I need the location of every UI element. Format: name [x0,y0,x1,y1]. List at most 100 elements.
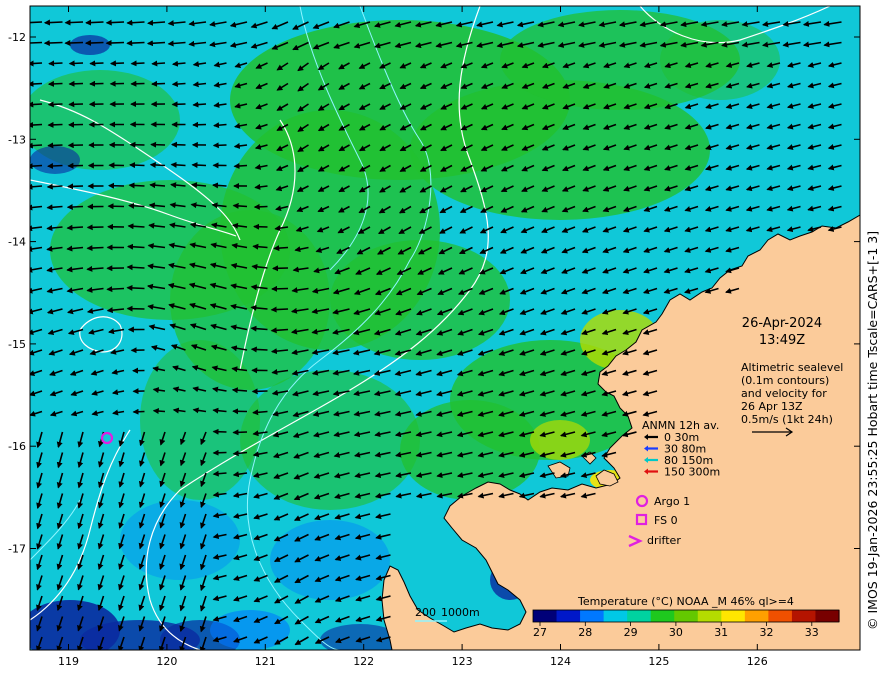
sst-patch [530,420,590,460]
bathy-label-200: 200 [415,606,436,619]
colorbar-tick-label: 27 [533,626,547,639]
velocity-arrow [30,41,43,44]
altimetry-line-3: and velocity for [741,387,827,400]
colorbar-tick-label: 28 [578,626,592,639]
colorbar-swatch [533,610,558,622]
velocity-arrow [30,21,43,24]
sst-patch [120,500,240,580]
velocity-arrow [273,245,289,252]
velocity-arrow [270,306,289,313]
x-tick-label: 119 [58,655,79,668]
colorbar-swatch [603,610,628,622]
velocity-arrow [127,223,145,230]
velocity-arrow [43,39,63,46]
velocity-arrow [232,202,248,209]
velocity-arrow [106,286,125,293]
velocity-arrow [233,162,248,169]
altimetry-line-2: (0.1m contours) [741,374,829,387]
velocity-arrow [191,162,207,169]
velocity-arrow [43,19,63,26]
sst-patch [30,146,80,174]
colorbar-swatch [556,610,581,622]
sst-patch [70,35,110,55]
velocity-arrow [47,80,63,87]
colorbar-swatch [744,610,769,622]
y-tick-label: -12 [8,31,26,44]
x-tick-label: 123 [452,655,473,668]
colorbar-swatch [815,610,840,622]
velocity-arrow [64,19,84,26]
velocity-arrow [126,284,145,291]
sst-patch [210,610,290,650]
fs-label: FS 0 [654,514,678,527]
altimetry-line-4: 26 Apr 13Z [741,400,803,413]
velocity-arrow [126,19,145,26]
velocity-arrow [68,60,84,67]
velocity-arrow [129,162,145,169]
colorbar-tick-label: 29 [624,626,638,639]
colorbar-swatch [721,610,746,622]
sst-patch [140,340,260,500]
bathy-label-1000: 1000m [441,606,480,619]
velocity-arrow [30,60,43,67]
velocity-arrow [105,39,125,46]
velocity-arrow [47,121,63,128]
x-tick-label: 121 [255,655,276,668]
velocity-arrow [171,81,186,88]
y-tick-label: -16 [8,440,26,453]
y-tick-label: -14 [8,236,26,249]
velocity-arrow [126,264,145,271]
colorbar-swatch [697,610,722,622]
velocity-arrow [271,285,289,292]
colorbar-tick-label: 30 [669,626,683,639]
velocity-arrow [232,429,248,436]
velocity-arrow [250,346,268,353]
velocity-arrow [213,122,227,129]
velocity-arrow [152,408,166,415]
sst-patch [270,520,390,600]
side-credit: © IMOS 19-Jan-2026 23:55:25 Hobart time … [865,231,880,630]
velocity-arrow [48,60,63,67]
velocity-arrow [253,203,268,210]
velocity-arrow [47,101,63,108]
velocity-arrow [89,60,104,67]
velocity-arrow [67,183,84,190]
colorbar-swatch [580,610,605,622]
velocity-arrow [128,182,145,189]
sst-map: 119 120 121 122 123 124 125 126 -12 -13 -14 -15 -16… [8,5,880,668]
velocity-arrow [86,245,104,252]
drifter-label: drifter [647,534,681,547]
colorbar-tick-label: 31 [714,626,728,639]
y-tick-label: -17 [8,543,26,556]
velocity-arrow [130,60,145,67]
velocity-arrow [151,60,166,67]
colorbar-tick-label: 33 [805,626,819,639]
velocity-arrow [170,161,186,168]
velocity-arrow [85,19,104,26]
colorbar-tick-label: 32 [760,626,774,639]
sst-patch [400,400,540,500]
velocity-arrow [146,40,166,47]
argo-label: Argo 1 [654,495,690,508]
velocity-arrow [212,182,227,189]
map-date: 26-Apr-2024 [742,316,822,331]
colorbar-swatch [650,610,675,622]
velocity-arrow [46,183,63,190]
x-tick-label: 125 [648,655,669,668]
velocity-arrow [126,40,145,47]
velocity-arrow [212,470,227,477]
velocity-arrow [84,39,104,46]
x-tick-label: 124 [550,655,571,668]
velocity-arrow [47,162,63,169]
x-tick-label: 126 [747,655,768,668]
altimetry-line-1: Altimetric sealevel [741,361,843,374]
depth-label: 150 300m [664,466,720,479]
velocity-arrow [64,39,84,46]
velocity-arrow [66,224,84,231]
map-time: 13:49Z [759,333,805,348]
velocity-arrow [105,19,125,26]
velocity-arrow [66,204,84,210]
velocity-arrow [127,243,145,250]
velocity-arrow [149,161,166,168]
y-tick-label: -13 [8,133,26,146]
